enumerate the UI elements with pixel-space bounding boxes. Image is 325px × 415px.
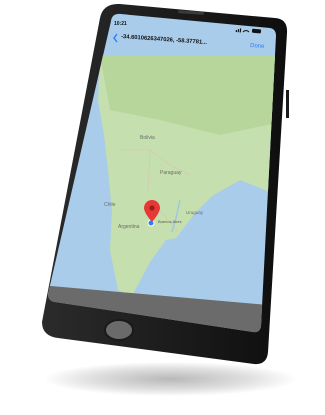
screen: Bolivia Paraguay Chile Argentina Uruguay… xyxy=(48,13,276,333)
label-paraguay: Paraguay xyxy=(160,170,182,176)
location-dot-icon xyxy=(147,219,155,227)
label-argentina: Argentina xyxy=(118,224,140,230)
label-chile: Chile xyxy=(104,202,116,208)
label-bolivia: Bolivia xyxy=(140,135,155,141)
side-button xyxy=(286,90,289,118)
battery-icon xyxy=(251,28,262,34)
status-time: 10:21 xyxy=(114,21,127,27)
label-uruguay: Uruguay xyxy=(186,210,204,215)
phone-mockup: Bolivia Paraguay Chile Argentina Uruguay… xyxy=(42,3,289,365)
home-button[interactable] xyxy=(104,319,134,341)
label-buenos-aires: Buenos Aires xyxy=(158,219,182,224)
done-button[interactable]: Done xyxy=(250,43,265,50)
